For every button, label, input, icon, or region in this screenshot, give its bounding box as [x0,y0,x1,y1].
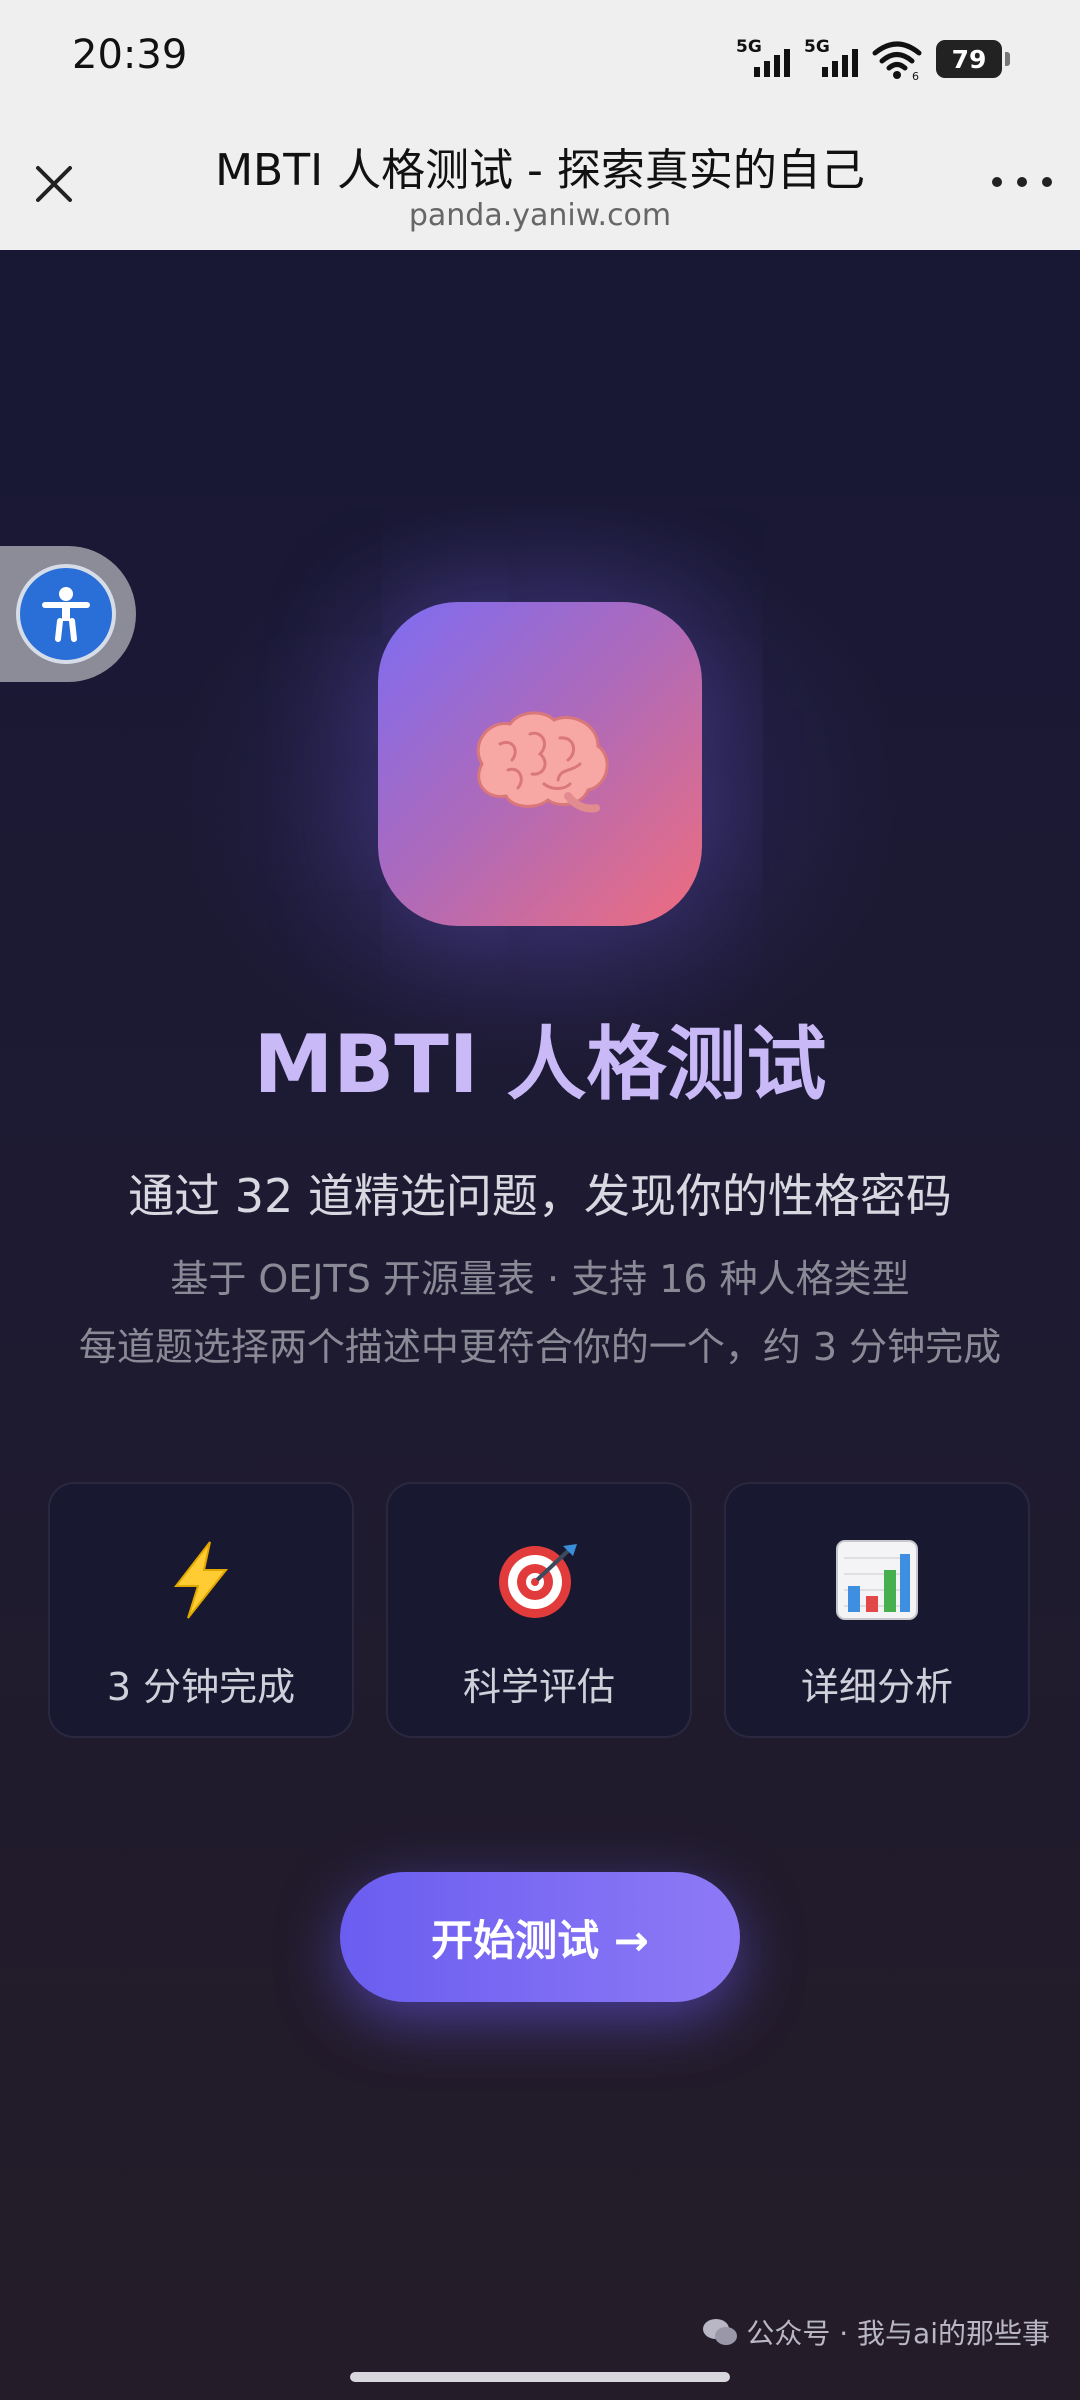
status-bar: 20:39 5G 5G 6 79 [0,0,1080,118]
wifi-badge: 6 [912,70,919,81]
browser-header: MBTI 人格测试 - 探索真实的自己 panda.yaniw.com [0,118,1080,250]
dot [1042,177,1052,187]
watermark: 公众号 · 我与ai的那些事 [702,2312,1050,2352]
feature-card-scientific: 科学评估 [386,1482,692,1738]
hero-subtitle: 通过 32 道精选问题，发现你的性格密码 [128,1169,952,1223]
hero-title: MBTI 人格测试 [253,1018,827,1111]
app-logo [378,602,702,926]
start-test-button[interactable]: 开始测试 → [340,1872,740,2002]
dot [992,177,1002,187]
brain-icon [476,711,609,813]
home-indicator[interactable] [350,2372,730,2382]
watermark-text: 公众号 · 我与ai的那些事 [746,2317,1050,2350]
feature-label: 科学评估 [462,1665,615,1709]
lightning-icon [173,1541,229,1619]
hero-description: 基于 OEJTS 开源量表 · 支持 16 种人格类型 [170,1257,910,1301]
feature-label: 详细分析 [800,1665,953,1709]
feature-card-analysis: 详细分析 [724,1482,1030,1738]
more-options-button[interactable] [992,162,1052,202]
target-icon [499,1544,577,1618]
cellular-signal-icon: 5G [804,37,858,81]
cellular-signal-icon: 5G [736,37,790,81]
accessibility-icon [16,564,116,664]
battery-level: 79 [951,44,987,74]
page-url: panda.yaniw.com [408,198,672,233]
feature-label: 3 分钟完成 [106,1665,296,1709]
feature-card-duration: 3 分钟完成 [48,1482,354,1738]
accessibility-button[interactable] [0,546,136,682]
wechat-icon [703,2319,738,2345]
wifi-icon: 6 [872,41,922,81]
status-icons: 5G 5G 6 79 [736,34,1010,84]
page-title: MBTI 人格测试 - 探索真实的自己 [215,145,865,196]
dot [1017,177,1027,187]
hero-description: 每道题选择两个描述中更符合你的一个，约 3 分钟完成 [78,1325,1002,1369]
close-icon[interactable] [30,160,78,208]
main-content: MBTI 人格测试 通过 32 道精选问题，发现你的性格密码 基于 OEJTS … [0,250,1080,2400]
bar-chart-icon [836,1540,918,1620]
battery-icon: 79 [936,40,1010,78]
status-time: 20:39 [72,32,188,78]
